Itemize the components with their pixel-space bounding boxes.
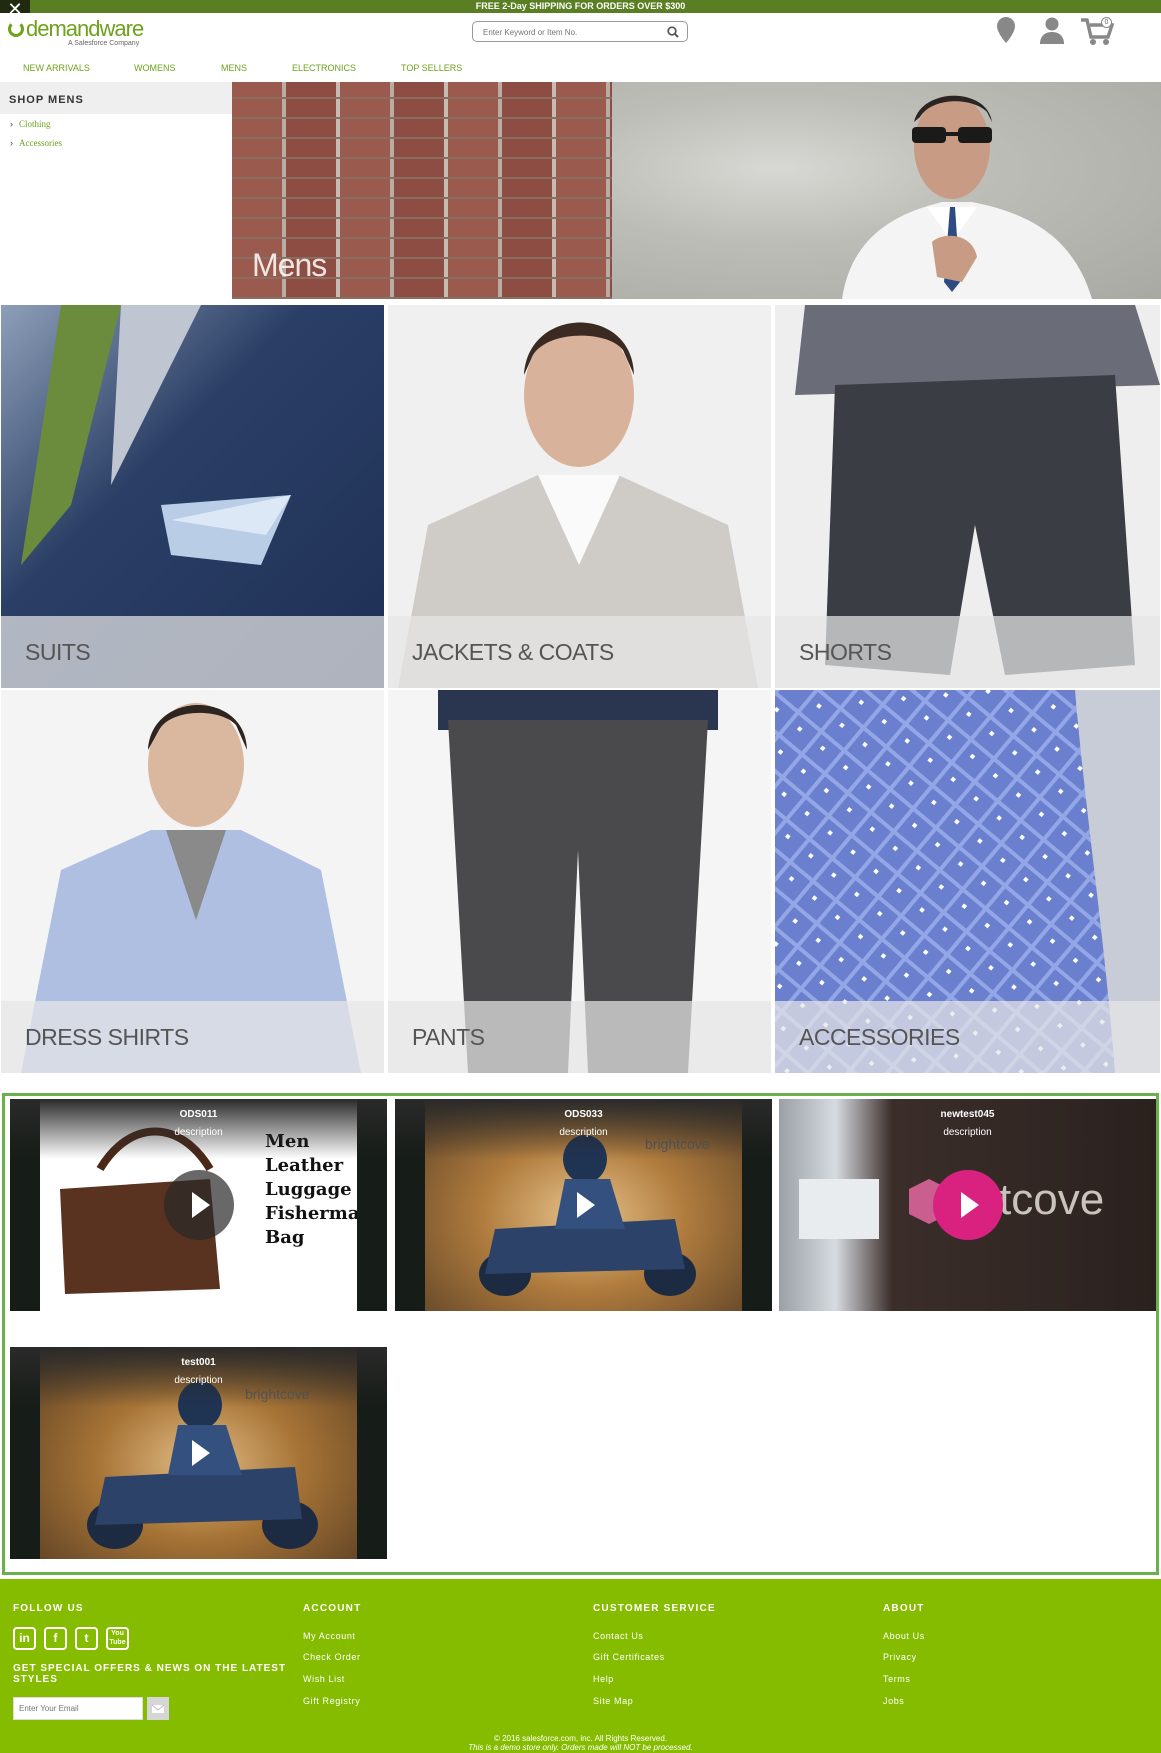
category-hero-banner: Mens xyxy=(232,82,1161,299)
footer-copyright: © 2016 salesforce.com, inc. All Rights R… xyxy=(0,1734,1161,1752)
brand-tagline: A Salesforce Company xyxy=(68,40,140,47)
footer-link-contact-us[interactable]: Contact Us xyxy=(593,1631,644,1641)
footer-link-help[interactable]: Help xyxy=(593,1674,614,1684)
footer-link-wish-list[interactable]: Wish List xyxy=(303,1674,345,1684)
nav-item-electronics[interactable]: ELECTRONICS xyxy=(292,63,356,73)
play-icon[interactable] xyxy=(163,1170,234,1240)
tile-label: SUITS xyxy=(25,639,91,665)
category-tile-suits[interactable]: SUITS xyxy=(1,305,384,688)
footer-heading-about: ABOUT xyxy=(883,1603,925,1614)
nav-item-new-arrivals[interactable]: NEW ARRIVALS xyxy=(23,63,90,73)
video-gallery: Men Leather Luggage Fisherman Bag ODS011… xyxy=(2,1093,1159,1575)
video-card[interactable]: tcove newtest045 description xyxy=(779,1099,1156,1311)
search-icon[interactable] xyxy=(667,26,679,38)
video-description: description xyxy=(559,1127,608,1138)
tile-label: PANTS xyxy=(412,1024,485,1050)
brand-logo[interactable]: demandware A Salesforce Company xyxy=(8,16,148,52)
footer-heading-account: ACCOUNT xyxy=(303,1603,362,1614)
footer-link-check-order[interactable]: Check Order xyxy=(303,1652,361,1662)
nav-item-top-sellers[interactable]: TOP SELLERS xyxy=(401,63,462,73)
category-tile-accessories[interactable]: ACCESSORIES xyxy=(775,690,1160,1073)
play-icon[interactable] xyxy=(932,1170,1003,1240)
category-tile-shorts[interactable]: SHORTS xyxy=(775,305,1160,688)
play-icon[interactable] xyxy=(549,1170,619,1240)
site-footer: FOLLOW US in f t You Tube GET SPECIAL OFF… xyxy=(0,1579,1161,1753)
promo-banner: FREE 2-Day SHIPPING FOR ORDERS OVER $300 xyxy=(0,0,1161,13)
sidebar-link-clothing[interactable]: Clothing xyxy=(10,119,51,129)
video-card[interactable]: brightcove test001 description xyxy=(10,1347,387,1559)
nav-item-womens[interactable]: WOMENS xyxy=(134,63,176,73)
nav-item-mens[interactable]: MENS xyxy=(221,63,247,73)
footer-link-about-us[interactable]: About Us xyxy=(883,1631,925,1641)
play-icon[interactable] xyxy=(164,1418,234,1488)
video-description: description xyxy=(174,1127,223,1138)
footer-link-terms[interactable]: Terms xyxy=(883,1674,911,1684)
sidebar-link-accessories[interactable]: Accessories xyxy=(10,138,62,148)
video-title: ODS033 xyxy=(564,1109,603,1120)
search-box[interactable] xyxy=(472,21,688,42)
copyright-text: © 2016 salesforce.com, inc. All Rights R… xyxy=(493,1734,668,1743)
video-description: description xyxy=(943,1127,992,1138)
sidebar-heading: SHOP MENS xyxy=(0,82,232,114)
newsletter-offer-text: GET SPECIAL OFFERS & NEWS ON THE LATEST … xyxy=(13,1663,287,1685)
site-header: demandware A Salesforce Company 0 xyxy=(0,13,1161,63)
video-card[interactable]: Men Leather Luggage Fisherman Bag ODS011… xyxy=(10,1099,387,1311)
brightcove-sign: tcove xyxy=(999,1175,1104,1224)
category-tile-dress-shirts[interactable]: DRESS SHIRTS xyxy=(1,690,384,1073)
overlay-line-4: Fisherman xyxy=(265,1203,357,1224)
youtube-icon[interactable]: You Tube xyxy=(106,1627,129,1650)
video-title: test001 xyxy=(181,1357,216,1368)
video-title: ODS011 xyxy=(179,1109,218,1120)
social-links: in f t You Tube xyxy=(13,1627,143,1653)
tile-label: SHORTS xyxy=(799,639,892,665)
main-navigation: NEW ARRIVALS WOMENS MENS ELECTRONICS TOP… xyxy=(0,63,1161,81)
category-tile-jackets-coats[interactable]: JACKETS & COATS xyxy=(388,305,771,688)
twitter-icon[interactable]: t xyxy=(75,1627,98,1650)
footer-link-privacy[interactable]: Privacy xyxy=(883,1652,917,1662)
video-title: newtest045 xyxy=(940,1109,995,1120)
search-input[interactable] xyxy=(483,25,653,39)
video-card[interactable]: brightcove ODS033 description xyxy=(395,1099,772,1311)
footer-heading-follow: FOLLOW US xyxy=(13,1603,84,1614)
tile-label: DRESS SHIRTS xyxy=(25,1024,189,1050)
promo-text: FREE 2-Day SHIPPING FOR ORDERS OVER $300 xyxy=(475,1,686,11)
store-locator-icon[interactable] xyxy=(992,15,1020,45)
footer-link-gift-registry[interactable]: Gift Registry xyxy=(303,1696,360,1706)
category-sidebar: SHOP MENS Clothing Accessories xyxy=(0,82,232,299)
email-input[interactable] xyxy=(14,1698,134,1719)
category-tile-pants[interactable]: PANTS xyxy=(388,690,771,1073)
mini-cart[interactable]: 0 xyxy=(1080,15,1115,47)
email-submit-button[interactable] xyxy=(147,1697,169,1720)
footer-link-site-map[interactable]: Site Map xyxy=(593,1696,633,1706)
hero-label: Mens xyxy=(252,247,327,283)
hero-model-image xyxy=(842,95,1092,299)
footer-link-jobs[interactable]: Jobs xyxy=(883,1696,904,1706)
footer-link-my-account[interactable]: My Account xyxy=(303,1631,356,1641)
linkedin-icon[interactable]: in xyxy=(13,1627,36,1650)
facebook-icon[interactable]: f xyxy=(44,1627,67,1650)
email-field[interactable] xyxy=(13,1697,143,1720)
video-description: description xyxy=(174,1375,223,1386)
footer-heading-customer-service: CUSTOMER SERVICE xyxy=(593,1603,716,1614)
envelope-icon xyxy=(151,1704,165,1713)
overlay-line-3: Luggage xyxy=(265,1179,352,1200)
cart-count-badge: 0 xyxy=(1101,17,1112,28)
demo-disclaimer: This is a demo store only. Orders made w… xyxy=(468,1743,693,1752)
footer-link-gift-certificates[interactable]: Gift Certificates xyxy=(593,1652,665,1662)
overlay-line-5: Bag xyxy=(265,1227,305,1248)
account-icon[interactable] xyxy=(1038,15,1066,45)
tile-label: JACKETS & COATS xyxy=(412,639,614,665)
brand-name: demandware xyxy=(26,16,144,41)
power-logo-icon xyxy=(8,21,24,37)
tile-label: ACCESSORIES xyxy=(799,1024,960,1050)
